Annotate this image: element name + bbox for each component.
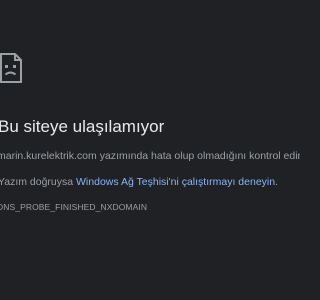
error-description: marin.kurelektrik.com yazımında hata olu…	[0, 150, 300, 162]
error-title: Bu siteye ulaşılamıyor	[0, 117, 165, 136]
sad-page-icon	[0, 53, 22, 83]
network-diagnostics-link[interactable]: Windows Ağ Teşhisi'ni çalıştırmayı deney…	[76, 176, 275, 188]
error-code: DNS_PROBE_FINISHED_NXDOMAIN	[0, 202, 148, 212]
error-page: Bu siteye ulaşılamıyor marin.kurelektrik…	[0, 0, 300, 300]
error-suggestion: Yazım doğruysa Windows Ağ Teşhisi'ni çal…	[0, 175, 278, 189]
suggestion-suffix: .	[275, 176, 279, 188]
suggestion-prefix: Yazım doğruysa	[0, 176, 77, 188]
